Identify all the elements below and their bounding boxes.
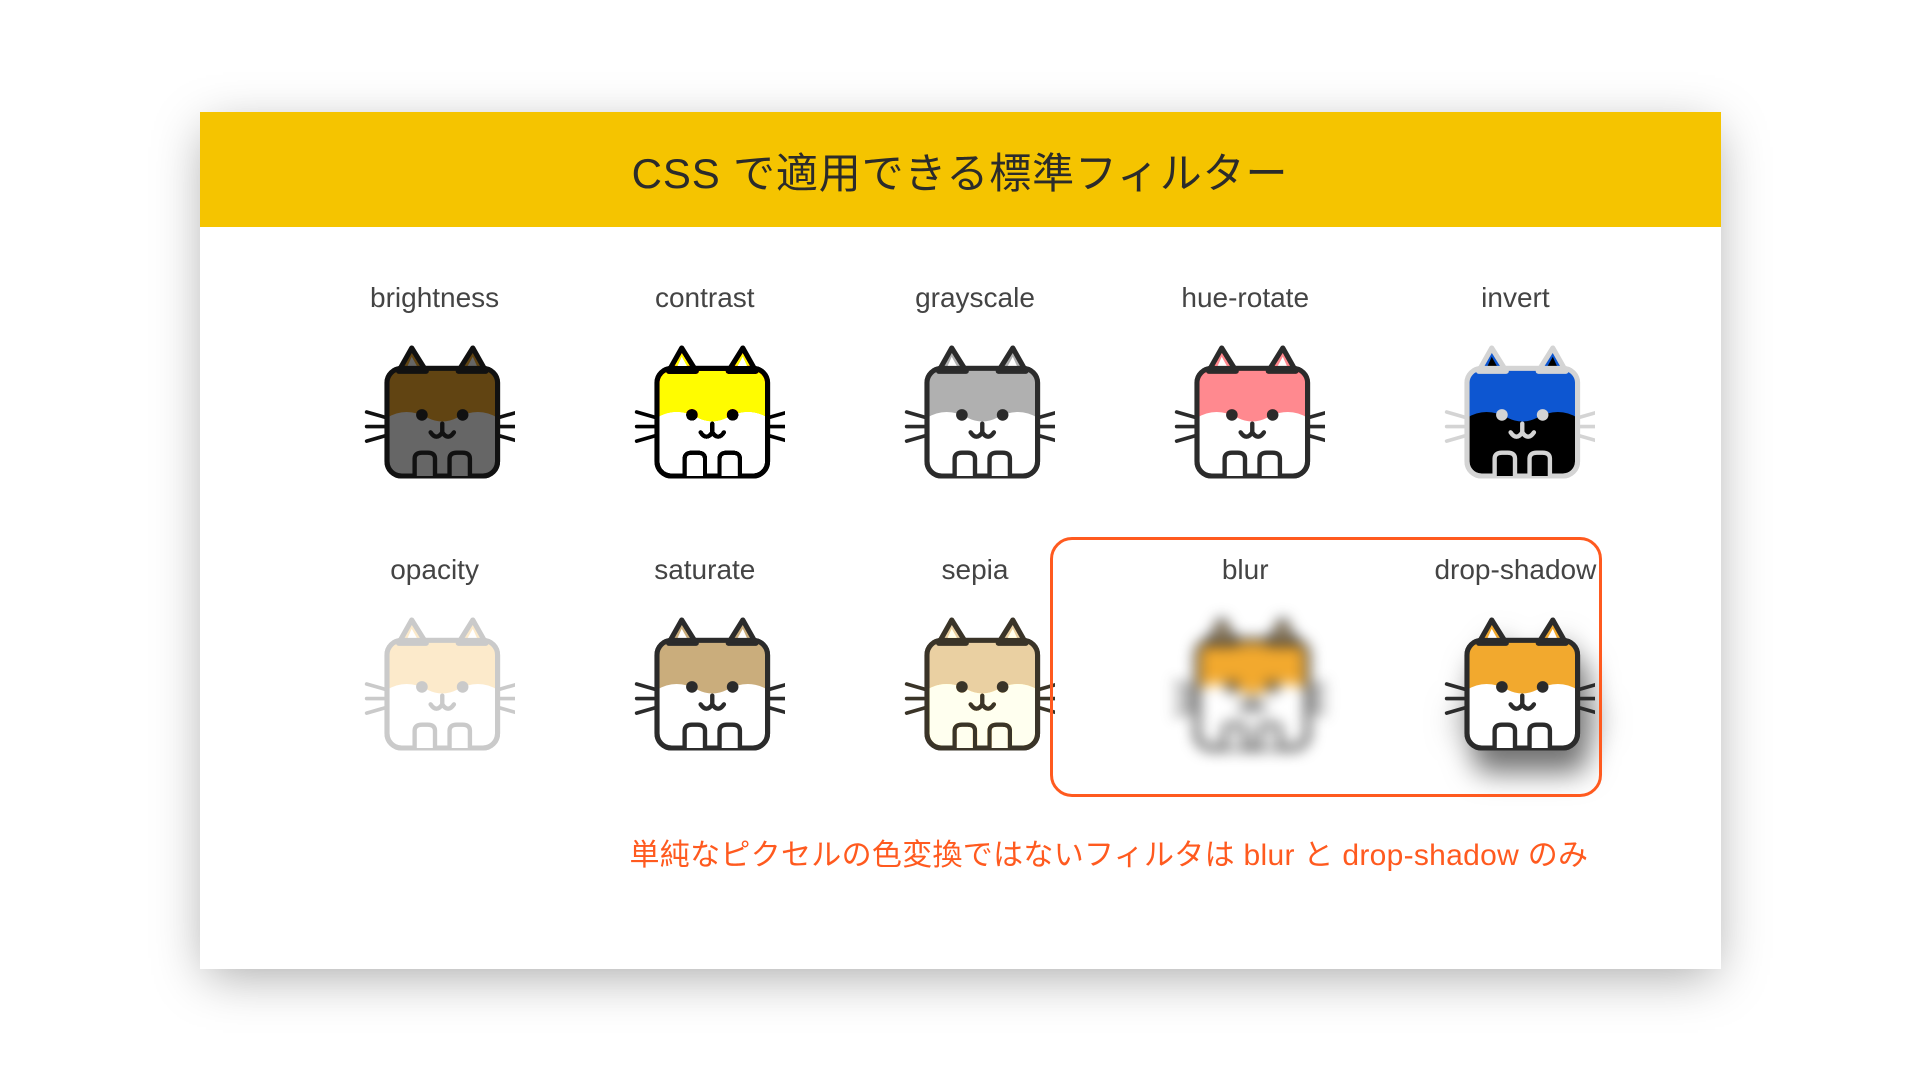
cat-icon xyxy=(1435,332,1595,492)
cat-icon xyxy=(625,604,785,764)
filter-label: grayscale xyxy=(915,282,1035,314)
filter-cell-grayscale: grayscale xyxy=(855,282,1095,492)
filter-label: contrast xyxy=(655,282,755,314)
filter-cell-saturate: saturate xyxy=(585,554,825,764)
cat-icon xyxy=(355,332,515,492)
filter-cell-opacity: opacity xyxy=(315,554,555,764)
cat-icon xyxy=(355,604,515,764)
filter-grid: brightness contrast grayscale hue-rotate inv… xyxy=(315,282,1636,764)
callout-text: 単純なピクセルの色変換ではないフィルタは blur と drop-shadow … xyxy=(630,830,1589,874)
filter-label: drop-shadow xyxy=(1434,554,1596,586)
filter-cell-contrast: contrast xyxy=(585,282,825,492)
cat-icon xyxy=(895,332,1055,492)
slide-title: CSS で適用できる標準フィルター xyxy=(200,112,1721,227)
filter-label: saturate xyxy=(654,554,755,586)
slide: CSS で適用できる標準フィルター brightness contrast gray… xyxy=(200,112,1721,969)
filter-cell-hue-rotate: hue-rotate xyxy=(1125,282,1365,492)
filter-cell-blur: blur xyxy=(1125,554,1365,764)
filter-label: hue-rotate xyxy=(1181,282,1309,314)
cat-icon xyxy=(625,332,785,492)
cat-icon xyxy=(1435,604,1595,764)
filter-cell-drop-shadow: drop-shadow xyxy=(1395,554,1635,764)
filter-cell-brightness: brightness xyxy=(315,282,555,492)
cat-icon xyxy=(895,604,1055,764)
filter-label: invert xyxy=(1481,282,1549,314)
filter-label: sepia xyxy=(942,554,1009,586)
filter-label: opacity xyxy=(390,554,479,586)
cat-icon xyxy=(1165,604,1325,764)
filter-label: blur xyxy=(1222,554,1269,586)
filter-label: brightness xyxy=(370,282,499,314)
cat-icon xyxy=(1165,332,1325,492)
filter-cell-sepia: sepia xyxy=(855,554,1095,764)
filter-cell-invert: invert xyxy=(1395,282,1635,492)
